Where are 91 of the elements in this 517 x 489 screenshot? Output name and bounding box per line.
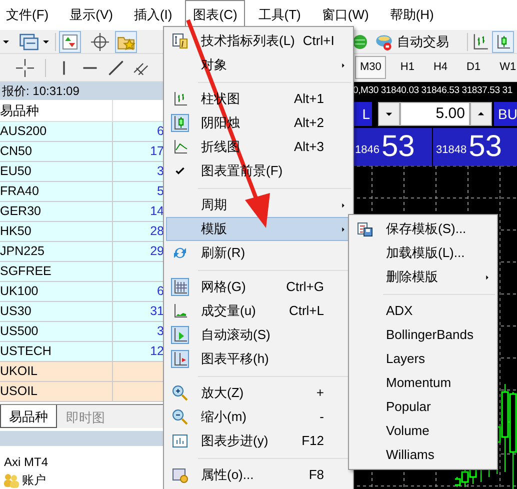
price-text: 1846 (355, 142, 380, 158)
price-cell: 6 (157, 124, 164, 138)
price-cell: 3 (157, 324, 164, 338)
timeframe-button[interactable]: M30 (355, 56, 386, 79)
menu-item[interactable]: Williams (351, 443, 495, 467)
timeframe-button[interactable]: D1 (462, 56, 486, 79)
symbol-cell: US30 (0, 304, 32, 318)
symbol-cell: HK50 (0, 224, 32, 238)
price-digits: 53 (381, 130, 415, 164)
menu-item[interactable]: 工具(T) (250, 0, 309, 30)
menu-item[interactable]: 属性(o)... F8 (166, 463, 351, 487)
menu-item[interactable]: ADX (351, 299, 495, 323)
menu-item[interactable]: 刷新(R) (166, 241, 351, 265)
menu-item[interactable]: 技术指标列表(L) Ctrl+I (166, 29, 351, 53)
market-watch-button[interactable] (59, 30, 81, 52)
symbol-cell: UKOIL (0, 364, 38, 378)
menu-item[interactable]: Popular (351, 395, 495, 419)
timeframe-button[interactable]: H4 (428, 56, 453, 79)
symbol-cell: GER30 (0, 204, 41, 218)
menu-item[interactable]: 模版 (166, 217, 351, 241)
symbol-cell: CN50 (0, 144, 32, 158)
menu-item[interactable]: 保存模板(S)... (351, 217, 495, 241)
windows-icon[interactable] (18, 32, 40, 52)
buy-button[interactable]: BU (494, 102, 517, 126)
timeframe-button[interactable]: H1 (395, 56, 420, 79)
symbol-cell: USOIL (0, 384, 38, 398)
menu-item[interactable]: 图表平移(h) (166, 347, 351, 371)
crosshair-icon[interactable] (16, 58, 34, 76)
symbol-cell: EU50 (0, 164, 32, 178)
symbol-cell: SGFREE (0, 264, 52, 278)
price-cell: 28 (150, 224, 164, 238)
price-cell: 6 (157, 284, 164, 298)
menu-item[interactable]: 周期 (166, 193, 351, 217)
symbol-cell: UK100 (0, 284, 38, 298)
timeframe-button[interactable]: W1 (494, 56, 517, 79)
menu-item[interactable]: 放大(Z) + (166, 381, 351, 405)
menu-item[interactable]: 自动滚动(S) (166, 323, 351, 347)
candlestick-button[interactable] (492, 30, 514, 52)
crosshair-icon[interactable] (91, 32, 109, 50)
menu-item[interactable]: 图表步进(y) F12 (166, 429, 351, 453)
menu-item[interactable]: 缩小(m) - (166, 405, 351, 429)
candlestick-icon (495, 34, 511, 50)
menu-item[interactable]: 成交量(u) Ctrl+L (166, 299, 351, 323)
menu-item[interactable]: Volume (351, 419, 495, 443)
arrows-icon (62, 34, 78, 50)
users-icon (3, 472, 19, 488)
menu-item[interactable]: 删除模版 (351, 265, 495, 289)
menu-item[interactable]: 窗口(W) (314, 0, 377, 30)
price-cell: 14 (150, 204, 164, 218)
price-cell: 31 (150, 304, 164, 318)
indicator-list-icon (172, 33, 188, 49)
price-cell: 29 (150, 244, 164, 258)
properties-icon (172, 467, 188, 483)
zoom-in-icon (172, 385, 188, 401)
price-cell: 17 (150, 144, 164, 158)
zoom-out-icon (172, 409, 188, 425)
column-header: 易品种 (0, 103, 39, 118)
menu-item[interactable]: 文件(F) (0, 0, 57, 30)
lot-field[interactable]: 5.00 (400, 102, 470, 126)
tree-item[interactable]: Axi MT4 (4, 453, 48, 471)
price-cell: 5 (157, 184, 164, 198)
refresh-icon (172, 245, 188, 261)
chart-info: 0,M30 31840.03 31846.53 31837.53 31 (353, 85, 512, 96)
globe-icon (352, 34, 368, 50)
symbol-cell: USTECH (0, 344, 52, 358)
auto-trading-button[interactable]: 自动交易 (371, 30, 452, 52)
panel-tab[interactable]: 易品种 (0, 405, 57, 428)
menu-item[interactable]: 网格(G) Ctrl+G (166, 275, 351, 299)
save-icon (357, 221, 373, 237)
panel-title: 报价: 10:31:09 (0, 82, 164, 100)
price-text: 31848 (436, 142, 467, 158)
navigator-button[interactable] (115, 30, 137, 52)
bar-chart-icon[interactable] (471, 32, 489, 50)
menu-item[interactable]: Layers (351, 347, 495, 371)
menu-item[interactable]: 插入(I) (126, 0, 180, 30)
symbol-cell: US500 (0, 324, 38, 338)
menu-item[interactable]: 显示(V) (62, 0, 121, 30)
symbol-cell: JPN225 (0, 244, 44, 258)
sell-button[interactable]: L (352, 102, 372, 126)
price-digits: 53 (468, 130, 502, 164)
menu-item[interactable]: 加载模版(L)... (351, 241, 495, 265)
price-cell: 3 (157, 164, 164, 178)
symbol-cell: FRA40 (0, 184, 39, 198)
trend-line-icon[interactable] (107, 58, 125, 76)
price-cell: 12 (150, 344, 164, 358)
chart-step-icon (172, 433, 188, 449)
menu-item[interactable]: Momentum (351, 371, 495, 395)
menu-item[interactable]: BollingerBands (351, 323, 495, 347)
tree-item[interactable]: 账户 (22, 471, 46, 489)
symbol-cell: AUS200 (0, 124, 47, 138)
menu-item[interactable]: 帮助(H) (382, 0, 442, 30)
